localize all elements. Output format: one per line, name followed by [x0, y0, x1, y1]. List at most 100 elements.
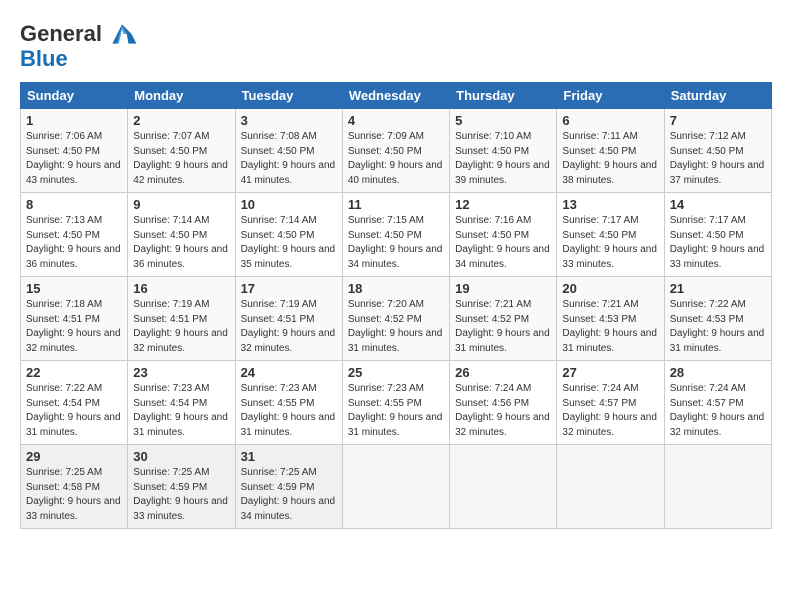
calendar-cell: 31 Sunrise: 7:25 AM Sunset: 4:59 PM Dayl…: [235, 445, 342, 529]
day-detail: Sunrise: 7:25 AM Sunset: 4:59 PM Dayligh…: [241, 466, 337, 524]
calendar-cell: 22 Sunrise: 7:22 AM Sunset: 4:54 PM Dayl…: [21, 361, 128, 445]
calendar-cell: 7 Sunrise: 7:12 AM Sunset: 4:50 PM Dayli…: [664, 109, 771, 193]
day-detail: Sunrise: 7:23 AM Sunset: 4:55 PM Dayligh…: [241, 382, 337, 440]
day-detail: Sunrise: 7:19 AM Sunset: 4:51 PM Dayligh…: [241, 298, 337, 356]
day-number: 29: [26, 449, 122, 464]
day-detail: Sunrise: 7:19 AM Sunset: 4:51 PM Dayligh…: [133, 298, 229, 356]
day-detail: Sunrise: 7:15 AM Sunset: 4:50 PM Dayligh…: [348, 214, 444, 272]
weekday-header-wednesday: Wednesday: [342, 83, 449, 109]
day-number: 9: [133, 197, 229, 212]
calendar-cell: 2 Sunrise: 7:07 AM Sunset: 4:50 PM Dayli…: [128, 109, 235, 193]
calendar-cell: [664, 445, 771, 529]
weekday-header-friday: Friday: [557, 83, 664, 109]
day-detail: Sunrise: 7:23 AM Sunset: 4:54 PM Dayligh…: [133, 382, 229, 440]
weekday-header-tuesday: Tuesday: [235, 83, 342, 109]
day-number: 5: [455, 113, 551, 128]
day-number: 14: [670, 197, 766, 212]
calendar-cell: 29 Sunrise: 7:25 AM Sunset: 4:58 PM Dayl…: [21, 445, 128, 529]
calendar-cell: 23 Sunrise: 7:23 AM Sunset: 4:54 PM Dayl…: [128, 361, 235, 445]
day-detail: Sunrise: 7:18 AM Sunset: 4:51 PM Dayligh…: [26, 298, 122, 356]
day-detail: Sunrise: 7:13 AM Sunset: 4:50 PM Dayligh…: [26, 214, 122, 272]
calendar-cell: 4 Sunrise: 7:09 AM Sunset: 4:50 PM Dayli…: [342, 109, 449, 193]
day-number: 13: [562, 197, 658, 212]
calendar-cell: 26 Sunrise: 7:24 AM Sunset: 4:56 PM Dayl…: [450, 361, 557, 445]
calendar-cell: 16 Sunrise: 7:19 AM Sunset: 4:51 PM Dayl…: [128, 277, 235, 361]
header: General Blue: [20, 18, 772, 72]
day-detail: Sunrise: 7:22 AM Sunset: 4:54 PM Dayligh…: [26, 382, 122, 440]
day-detail: Sunrise: 7:14 AM Sunset: 4:50 PM Dayligh…: [133, 214, 229, 272]
day-number: 2: [133, 113, 229, 128]
day-number: 16: [133, 281, 229, 296]
calendar-cell: 18 Sunrise: 7:20 AM Sunset: 4:52 PM Dayl…: [342, 277, 449, 361]
calendar-week-1: 1 Sunrise: 7:06 AM Sunset: 4:50 PM Dayli…: [21, 109, 772, 193]
day-detail: Sunrise: 7:22 AM Sunset: 4:53 PM Dayligh…: [670, 298, 766, 356]
day-number: 21: [670, 281, 766, 296]
day-detail: Sunrise: 7:24 AM Sunset: 4:56 PM Dayligh…: [455, 382, 551, 440]
day-detail: Sunrise: 7:24 AM Sunset: 4:57 PM Dayligh…: [670, 382, 766, 440]
day-number: 10: [241, 197, 337, 212]
day-number: 19: [455, 281, 551, 296]
calendar-header-row: SundayMondayTuesdayWednesdayThursdayFrid…: [21, 83, 772, 109]
day-detail: Sunrise: 7:25 AM Sunset: 4:58 PM Dayligh…: [26, 466, 122, 524]
day-detail: Sunrise: 7:11 AM Sunset: 4:50 PM Dayligh…: [562, 130, 658, 188]
day-number: 26: [455, 365, 551, 380]
calendar-week-5: 29 Sunrise: 7:25 AM Sunset: 4:58 PM Dayl…: [21, 445, 772, 529]
day-number: 6: [562, 113, 658, 128]
calendar-cell: 21 Sunrise: 7:22 AM Sunset: 4:53 PM Dayl…: [664, 277, 771, 361]
day-detail: Sunrise: 7:17 AM Sunset: 4:50 PM Dayligh…: [670, 214, 766, 272]
calendar-cell: 27 Sunrise: 7:24 AM Sunset: 4:57 PM Dayl…: [557, 361, 664, 445]
calendar-week-2: 8 Sunrise: 7:13 AM Sunset: 4:50 PM Dayli…: [21, 193, 772, 277]
calendar-cell: 8 Sunrise: 7:13 AM Sunset: 4:50 PM Dayli…: [21, 193, 128, 277]
day-detail: Sunrise: 7:25 AM Sunset: 4:59 PM Dayligh…: [133, 466, 229, 524]
day-number: 22: [26, 365, 122, 380]
day-detail: Sunrise: 7:10 AM Sunset: 4:50 PM Dayligh…: [455, 130, 551, 188]
day-detail: Sunrise: 7:23 AM Sunset: 4:55 PM Dayligh…: [348, 382, 444, 440]
day-detail: Sunrise: 7:16 AM Sunset: 4:50 PM Dayligh…: [455, 214, 551, 272]
calendar-cell: 11 Sunrise: 7:15 AM Sunset: 4:50 PM Dayl…: [342, 193, 449, 277]
calendar-cell: 12 Sunrise: 7:16 AM Sunset: 4:50 PM Dayl…: [450, 193, 557, 277]
calendar-cell: [342, 445, 449, 529]
day-number: 24: [241, 365, 337, 380]
day-detail: Sunrise: 7:12 AM Sunset: 4:50 PM Dayligh…: [670, 130, 766, 188]
calendar-cell: 17 Sunrise: 7:19 AM Sunset: 4:51 PM Dayl…: [235, 277, 342, 361]
calendar-cell: 10 Sunrise: 7:14 AM Sunset: 4:50 PM Dayl…: [235, 193, 342, 277]
calendar-cell: 20 Sunrise: 7:21 AM Sunset: 4:53 PM Dayl…: [557, 277, 664, 361]
day-detail: Sunrise: 7:14 AM Sunset: 4:50 PM Dayligh…: [241, 214, 337, 272]
calendar-cell: 13 Sunrise: 7:17 AM Sunset: 4:50 PM Dayl…: [557, 193, 664, 277]
day-number: 18: [348, 281, 444, 296]
calendar-cell: 6 Sunrise: 7:11 AM Sunset: 4:50 PM Dayli…: [557, 109, 664, 193]
day-number: 15: [26, 281, 122, 296]
logo: General Blue: [20, 18, 138, 72]
day-number: 7: [670, 113, 766, 128]
day-detail: Sunrise: 7:20 AM Sunset: 4:52 PM Dayligh…: [348, 298, 444, 356]
calendar-cell: 9 Sunrise: 7:14 AM Sunset: 4:50 PM Dayli…: [128, 193, 235, 277]
calendar-cell: 3 Sunrise: 7:08 AM Sunset: 4:50 PM Dayli…: [235, 109, 342, 193]
calendar-cell: 24 Sunrise: 7:23 AM Sunset: 4:55 PM Dayl…: [235, 361, 342, 445]
day-detail: Sunrise: 7:24 AM Sunset: 4:57 PM Dayligh…: [562, 382, 658, 440]
day-number: 8: [26, 197, 122, 212]
day-number: 20: [562, 281, 658, 296]
day-number: 1: [26, 113, 122, 128]
day-detail: Sunrise: 7:09 AM Sunset: 4:50 PM Dayligh…: [348, 130, 444, 188]
calendar-page: General Blue SundayMondayTuesdayWednesda…: [0, 0, 792, 612]
calendar-week-3: 15 Sunrise: 7:18 AM Sunset: 4:51 PM Dayl…: [21, 277, 772, 361]
day-detail: Sunrise: 7:17 AM Sunset: 4:50 PM Dayligh…: [562, 214, 658, 272]
calendar-table: SundayMondayTuesdayWednesdayThursdayFrid…: [20, 82, 772, 529]
calendar-cell: [450, 445, 557, 529]
day-detail: Sunrise: 7:21 AM Sunset: 4:53 PM Dayligh…: [562, 298, 658, 356]
calendar-cell: 25 Sunrise: 7:23 AM Sunset: 4:55 PM Dayl…: [342, 361, 449, 445]
day-number: 28: [670, 365, 766, 380]
calendar-cell: 30 Sunrise: 7:25 AM Sunset: 4:59 PM Dayl…: [128, 445, 235, 529]
day-number: 12: [455, 197, 551, 212]
calendar-cell: 28 Sunrise: 7:24 AM Sunset: 4:57 PM Dayl…: [664, 361, 771, 445]
calendar-cell: [557, 445, 664, 529]
day-detail: Sunrise: 7:07 AM Sunset: 4:50 PM Dayligh…: [133, 130, 229, 188]
weekday-header-monday: Monday: [128, 83, 235, 109]
calendar-cell: 1 Sunrise: 7:06 AM Sunset: 4:50 PM Dayli…: [21, 109, 128, 193]
day-number: 3: [241, 113, 337, 128]
logo-general: General: [20, 21, 102, 46]
logo-icon: [106, 18, 138, 50]
calendar-week-4: 22 Sunrise: 7:22 AM Sunset: 4:54 PM Dayl…: [21, 361, 772, 445]
day-number: 30: [133, 449, 229, 464]
day-detail: Sunrise: 7:06 AM Sunset: 4:50 PM Dayligh…: [26, 130, 122, 188]
